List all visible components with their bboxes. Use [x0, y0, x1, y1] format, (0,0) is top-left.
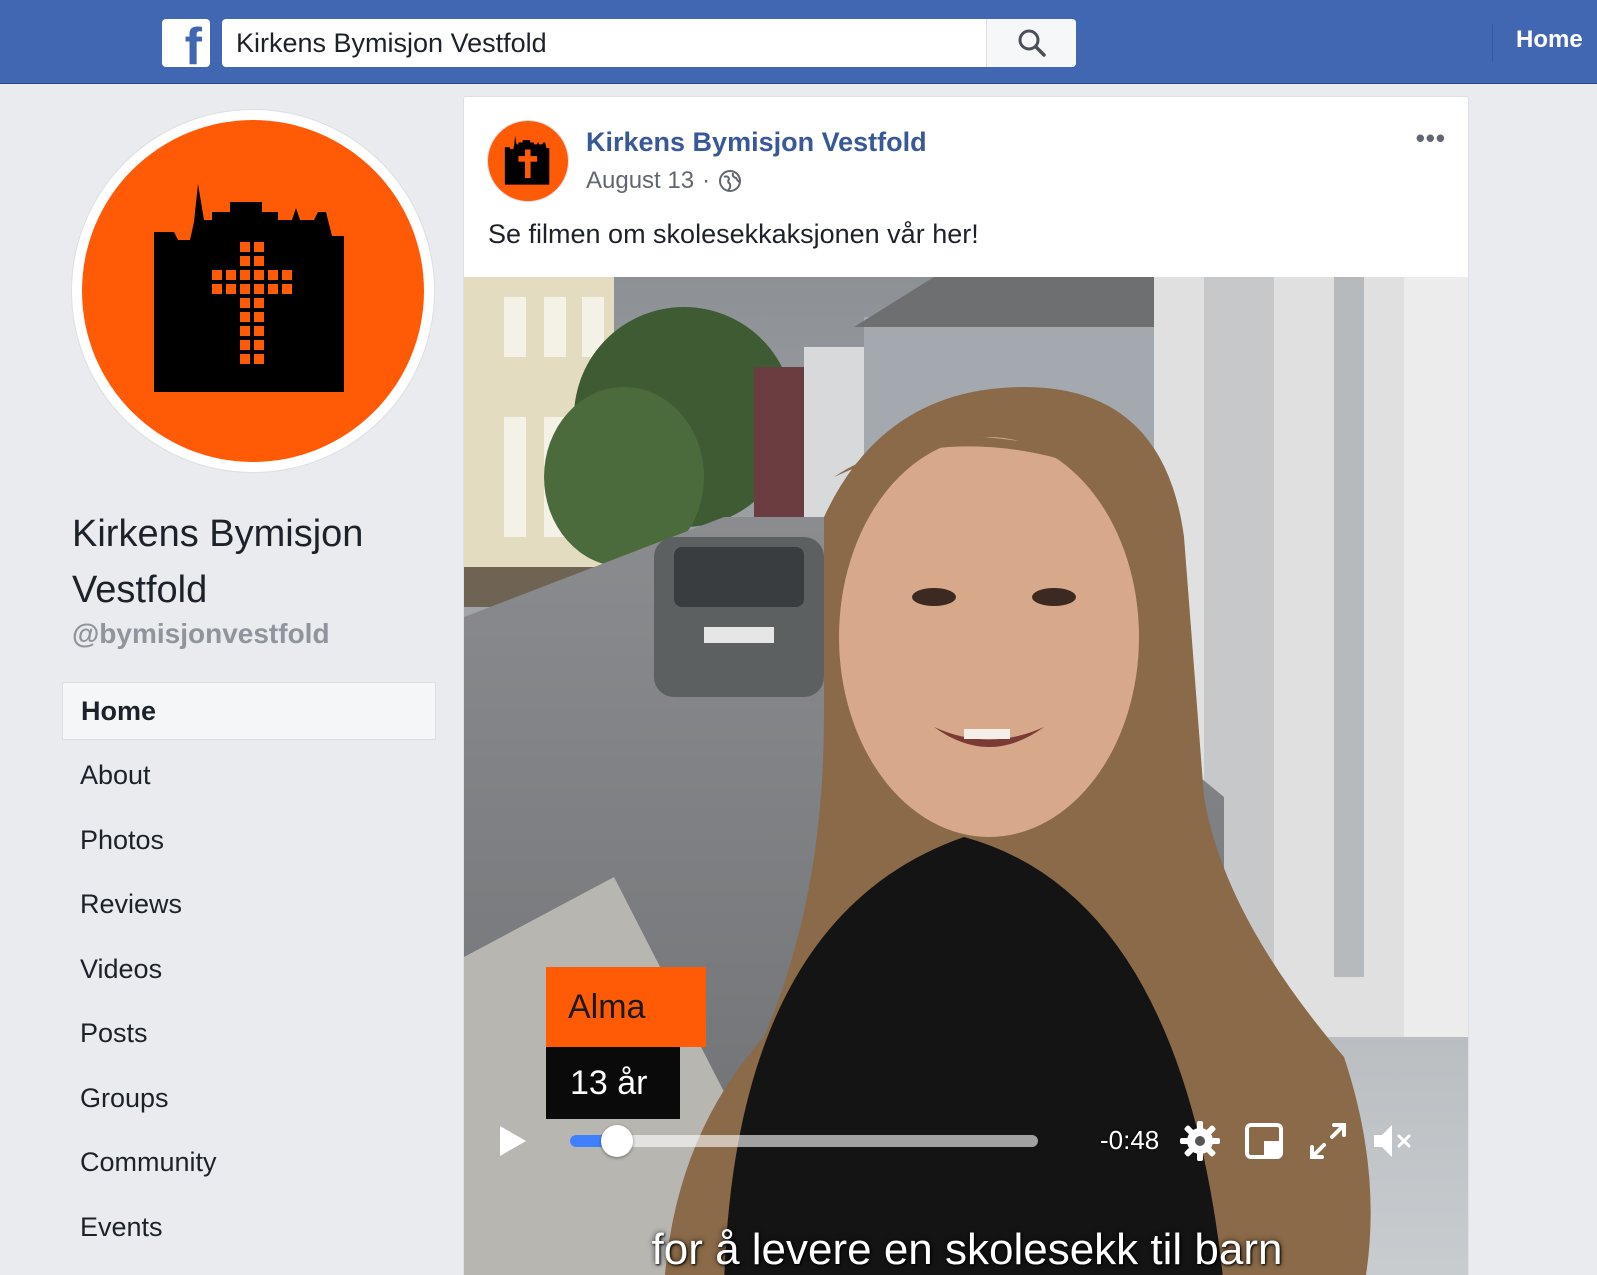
globe-icon[interactable]	[718, 169, 742, 193]
page-handle[interactable]: @bymisjonvestfold	[72, 618, 330, 650]
nav-item-posts[interactable]: Posts	[62, 1004, 436, 1069]
post-card: Kirkens Bymisjon Vestfold August 13 · ••…	[463, 96, 1469, 1275]
video-progress-handle[interactable]	[600, 1125, 633, 1157]
post-date[interactable]: August 13	[586, 167, 694, 195]
post-author-name[interactable]: Kirkens Bymisjon Vestfold	[586, 127, 927, 158]
search-box	[222, 19, 1076, 67]
settings-icon[interactable]	[1178, 1119, 1222, 1163]
topbar-divider	[1492, 24, 1493, 62]
facebook-logo-icon[interactable]: f	[162, 19, 210, 67]
picture-in-picture-icon[interactable]	[1242, 1119, 1286, 1163]
page-name[interactable]: Kirkens Bymisjon Vestfold	[72, 506, 432, 618]
post-meta: August 13 ·	[586, 167, 742, 195]
fullscreen-icon[interactable]	[1306, 1119, 1350, 1163]
top-navigation-bar: f Home	[0, 0, 1597, 84]
video-progress-bar[interactable]	[570, 1125, 1038, 1157]
post-text: Se filmen om skolesekkaksjonen vår her!	[488, 219, 979, 249]
meta-separator: ·	[702, 167, 711, 194]
video-name-tag: Alma	[546, 967, 706, 1047]
search-button[interactable]	[986, 19, 1076, 67]
nav-item-community[interactable]: Community	[62, 1133, 436, 1198]
bymisjon-logo-icon	[154, 184, 344, 392]
nav-item-home[interactable]: Home	[62, 682, 436, 740]
page-navigation: Home About Photos Reviews Videos Posts G…	[62, 682, 436, 1262]
post-author-avatar[interactable]	[488, 121, 568, 201]
video-time-remaining: -0:48	[1100, 1125, 1160, 1155]
nav-item-photos[interactable]: Photos	[62, 811, 436, 876]
nav-item-videos[interactable]: Videos	[62, 940, 436, 1005]
more-options-icon[interactable]: •••	[1416, 123, 1446, 154]
page-profile-picture[interactable]	[72, 110, 434, 472]
mute-icon[interactable]	[1370, 1119, 1414, 1163]
search-icon	[1018, 29, 1046, 57]
video-subtitle: for å levere en skolesekk til barn	[651, 1225, 1283, 1274]
search-input[interactable]	[222, 19, 986, 67]
play-icon[interactable]	[494, 1123, 530, 1159]
topbar-home-link[interactable]: Home	[1516, 26, 1583, 54]
nav-item-about[interactable]: About	[62, 746, 436, 811]
nav-item-reviews[interactable]: Reviews	[62, 875, 436, 940]
nav-item-groups[interactable]: Groups	[62, 1069, 436, 1134]
bymisjon-logo-icon	[504, 135, 550, 185]
nav-item-events[interactable]: Events	[62, 1198, 436, 1263]
video-age-tag: 13 år	[546, 1047, 680, 1119]
